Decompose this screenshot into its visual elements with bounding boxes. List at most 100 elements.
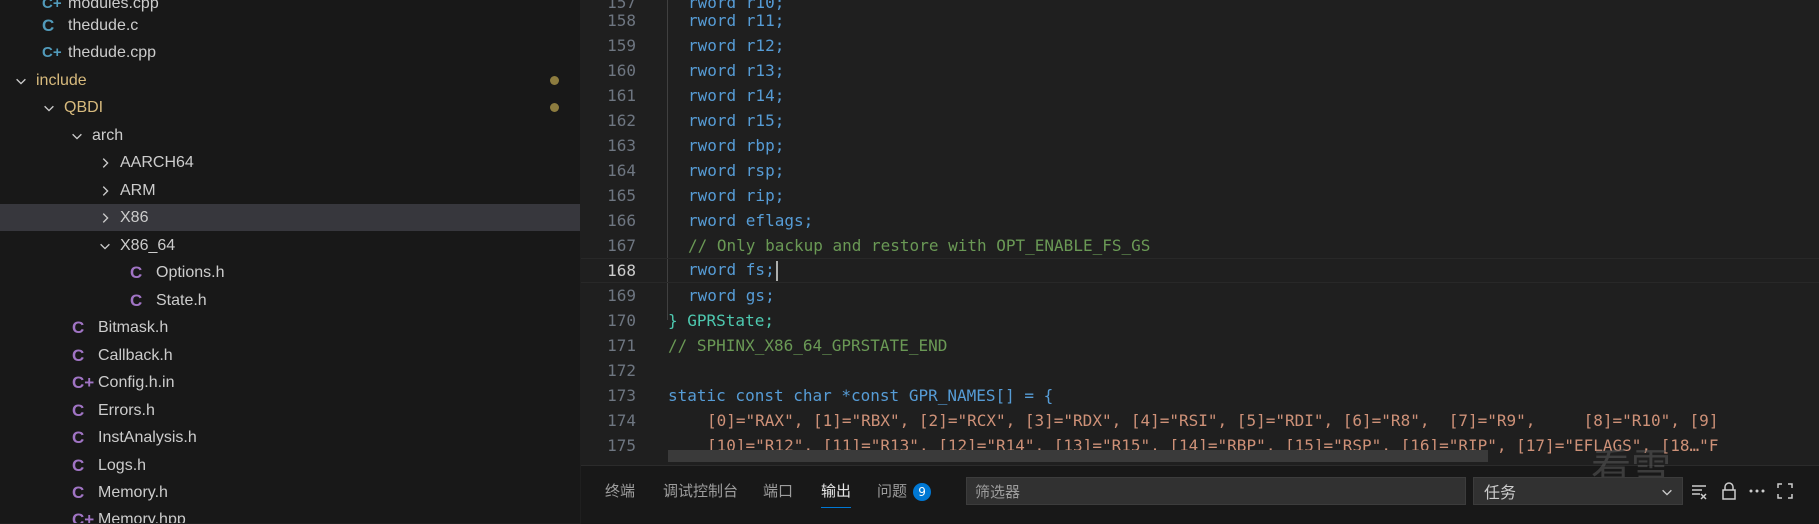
maximize-panel-icon[interactable] [1775,481,1795,501]
tree-folder-arch[interactable]: arch [0,122,580,149]
config-file-icon: C+ [72,372,95,392]
line-number: 162 [607,111,636,130]
tree-item-errors-h[interactable]: C Errors.h [0,397,580,424]
line-number: 159 [607,36,636,55]
modified-dot-icon [550,76,559,85]
line-number: 170 [607,311,636,330]
code-line[interactable]: 162 rword r15; [581,108,1819,133]
line-number-active: 168 [607,261,636,280]
code-line[interactable]: 170 } GPRState; [581,308,1819,333]
chevron-down-icon [12,72,30,90]
code-text: [0]="RAX", [1]="RBX", [2]="RCX", [3]="RD… [707,411,1719,430]
tab-terminal[interactable]: 终端 [605,480,635,501]
line-number: 172 [607,361,636,380]
tree-item-label: include [36,71,87,89]
chevron-right-icon [96,182,114,200]
code-line[interactable]: 160 rword r13; [581,58,1819,83]
explorer-sidebar: C+ modules.cpp C thedude.c C+ thedude.cp… [0,0,580,523]
code-text: rword r12; [688,36,785,55]
tab-problems[interactable]: 问题 9 [877,480,932,501]
tree-item-bitmask-h[interactable]: C Bitmask.h [0,314,580,341]
code-line[interactable]: 174 [0]="RAX", [1]="RBX", [2]="RCX", [3]… [581,408,1819,433]
tree-folder-aarch64[interactable]: AARCH64 [0,149,580,176]
tree-item-label: AARCH64 [120,153,194,171]
line-number: 160 [607,61,636,80]
clear-output-icon[interactable] [1689,481,1709,501]
line-number: 163 [607,136,636,155]
code-text: rword r13; [688,61,785,80]
code-text: static const char *const GPR_NAMES[] = { [668,386,1054,405]
tree-folder-x86-64[interactable]: X86_64 [0,232,580,259]
tree-item-label: Memory.hpp [98,510,186,524]
tree-item-options-h[interactable]: C Options.h [0,259,580,286]
chevron-down-icon [96,237,114,255]
code-line[interactable]: 161 rword r14; [581,83,1819,108]
code-line-current[interactable]: 168 rword fs; [581,258,1819,283]
code-line[interactable]: 172 [581,358,1819,383]
tree-item-label: arch [92,126,124,144]
chevron-down-icon [68,127,86,145]
tree-item-thedude-c[interactable]: C thedude.c [0,12,580,39]
tree-folder-x86[interactable]: X86 [0,204,580,231]
code-text: rword eflags; [688,211,814,230]
code-line[interactable]: 169 rword gs; [581,283,1819,308]
code-line[interactable]: 173 static const char *const GPR_NAMES[]… [581,383,1819,408]
code-line[interactable]: 159 rword r12; [581,33,1819,58]
line-number: 173 [607,386,636,405]
tree-item-label: Logs.h [98,456,147,474]
cpp-file-icon: C+ [72,509,95,524]
code-line[interactable]: 163 rword rbp; [581,133,1819,158]
tree-item-instanalysis-h[interactable]: C InstAnalysis.h [0,424,580,451]
tree-item-label: Bitmask.h [98,318,169,336]
cpp-file-icon: C+ [42,44,62,61]
code-line[interactable]: 171 // SPHINX_X86_64_GPRSTATE_END [581,333,1819,358]
tree-item-config-h-in[interactable]: C+ Config.h.in [0,369,580,396]
tree-item-thedude-cpp[interactable]: C+ thedude.cpp [0,39,580,66]
horizontal-scrollbar[interactable] [668,450,1488,462]
tree-item-memory-h[interactable]: C Memory.h [0,479,580,506]
tree-item-label: ARM [120,181,156,199]
tree-folder-arm[interactable]: ARM [0,177,580,204]
code-line[interactable]: 166 rword eflags; [581,208,1819,233]
line-number: 171 [607,336,636,355]
header-file-icon: C [72,345,85,365]
header-file-icon: C [72,317,85,337]
code-text: rword fs; [688,260,778,281]
code-text: rword r11; [688,11,785,30]
tab-output[interactable]: 输出 [821,480,852,508]
more-actions-icon[interactable] [1747,481,1767,501]
header-file-icon: C [130,290,143,310]
code-line[interactable]: 158 rword r11; [581,8,1819,33]
tree-item-label: X86 [120,208,149,226]
chevron-down-icon [40,99,58,117]
lock-icon[interactable] [1719,481,1739,501]
code-text: rword r14; [688,86,785,105]
tree-item-label: Config.h.in [98,373,175,391]
line-number: 175 [607,436,636,455]
filter-input[interactable]: 筛选器 [966,477,1466,505]
code-text: } GPRState; [668,311,774,330]
tree-folder-include[interactable]: include [0,67,580,94]
tree-item-logs-h[interactable]: C Logs.h [0,452,580,479]
code-line[interactable]: 165 rword rip; [581,183,1819,208]
tree-item-state-h[interactable]: C State.h [0,287,580,314]
tab-ports[interactable]: 端口 [763,480,793,501]
tree-item-label: Errors.h [98,401,155,419]
modified-dot-icon [550,103,559,112]
tab-debug-console[interactable]: 调试控制台 [663,480,738,501]
line-number: 161 [607,86,636,105]
code-text: rword rsp; [688,161,785,180]
code-editor[interactable]: 157 rword r10; 158 rword r11; 159 rword … [581,0,1819,465]
code-text: rword gs; [688,286,775,305]
tree-item-callback-h[interactable]: C Callback.h [0,342,580,369]
line-number: 164 [607,161,636,180]
tree-item-memory-hpp[interactable]: C+ Memory.hpp [0,506,580,524]
chevron-right-icon [96,209,114,227]
chevron-right-icon [96,154,114,172]
tree-folder-qbdi[interactable]: QBDI [0,94,580,121]
cpp-file-icon: C+ [42,0,62,12]
code-text-value: rword fs; [688,260,775,280]
task-select[interactable]: 任务 [1473,477,1683,505]
code-line[interactable]: 167 // Only backup and restore with OPT_… [581,233,1819,258]
code-line[interactable]: 164 rword rsp; [581,158,1819,183]
